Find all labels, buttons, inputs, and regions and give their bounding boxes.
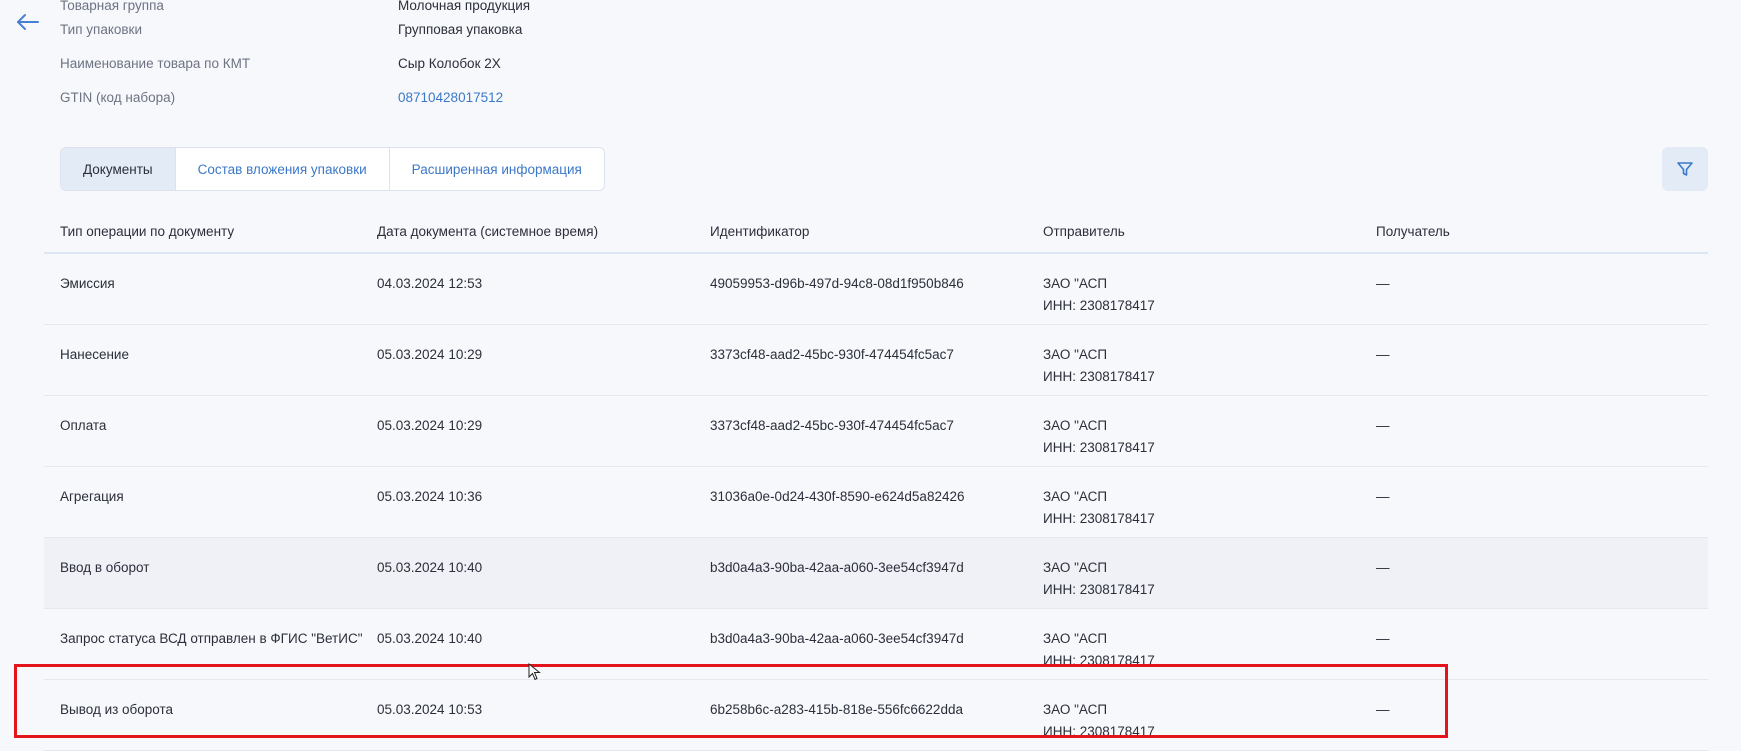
cell-sender: ЗАО "АСП ИНН: 2308178417: [1043, 254, 1376, 317]
sender-name: ЗАО "АСП: [1043, 560, 1108, 575]
table-row[interactable]: Эмиссия 04.03.2024 12:53 49059953-d96b-4…: [44, 254, 1708, 325]
info-label: Тип упаковки: [60, 21, 143, 37]
cell-sender: ЗАО "АСП ИНН: 2308178417: [1043, 609, 1376, 672]
sender-inn: ИНН: 2308178417: [1043, 582, 1155, 597]
sender-name: ЗАО "АСП: [1043, 631, 1108, 646]
tab-bar: Документы Состав вложения упаковки Расши…: [60, 147, 605, 191]
info-label: GTIN (код набора): [60, 89, 176, 105]
cell-doc-date: 04.03.2024 12:53: [377, 276, 483, 291]
info-label: Наименование товара по КМТ: [60, 55, 251, 71]
cell-identifier: b3d0a4a3-90ba-42aa-a060-3ee54cf3947d: [710, 560, 964, 575]
table-row[interactable]: Оплата 05.03.2024 10:29 3373cf48-aad2-45…: [44, 396, 1708, 467]
cell-sender: ЗАО "АСП ИНН: 2308178417: [1043, 538, 1376, 601]
cell-op-type: Ввод в оборот: [60, 560, 150, 575]
cell-doc-date: 05.03.2024 10:29: [377, 418, 483, 433]
cell-receiver: —: [1376, 347, 1390, 362]
cell-doc-date: 05.03.2024 10:36: [377, 489, 483, 504]
cell-identifier: 6b258b6c-a283-415b-818e-556fc6622dda: [710, 702, 963, 717]
table-row[interactable]: Ввод в оборот 05.03.2024 10:40 b3d0a4a3-…: [44, 538, 1708, 609]
info-row-package-type: Тип упаковки Групповая упаковка: [60, 12, 760, 46]
cell-op-type: Агрегация: [60, 489, 124, 504]
sender-inn: ИНН: 2308178417: [1043, 653, 1155, 668]
cell-sender: ЗАО "АСП ИНН: 2308178417: [1043, 680, 1376, 743]
info-row-product-group: Товарная группа Молочная продукция: [60, 0, 760, 13]
filter-button[interactable]: [1662, 147, 1708, 191]
cell-receiver: —: [1376, 489, 1390, 504]
header-doc-date: Дата документа (системное время): [377, 224, 599, 239]
sender-inn: ИНН: 2308178417: [1043, 440, 1155, 455]
cell-receiver: —: [1376, 702, 1390, 717]
cell-receiver: —: [1376, 631, 1390, 646]
tab-documents[interactable]: Документы: [61, 148, 176, 190]
cell-identifier: 31036a0e-0d24-430f-8590-e624d5a82426: [710, 489, 965, 504]
info-value: Групповая упаковка: [398, 21, 523, 37]
sender-name: ЗАО "АСП: [1043, 489, 1108, 504]
header-identifier: Идентификатор: [710, 224, 810, 239]
cell-doc-date: 05.03.2024 10:29: [377, 347, 483, 362]
documents-table: Тип операции по документу Дата документа…: [44, 212, 1708, 751]
sender-name: ЗАО "АСП: [1043, 702, 1108, 717]
table-header: Тип операции по документу Дата документа…: [44, 212, 1708, 254]
sender-inn: ИНН: 2308178417: [1043, 724, 1155, 739]
info-value: Сыр Колобок 2Х: [398, 55, 501, 71]
tab-extended-info[interactable]: Расширенная информация: [390, 148, 604, 190]
cell-doc-date: 05.03.2024 10:40: [377, 560, 483, 575]
gtin-link[interactable]: 08710428017512: [398, 90, 503, 105]
cell-op-type: Запрос статуса ВСД отправлен в ФГИС "Вет…: [60, 631, 363, 646]
header-sender: Отправитель: [1043, 224, 1125, 239]
cell-receiver: —: [1376, 560, 1390, 575]
cell-receiver: —: [1376, 276, 1390, 291]
cell-op-type: Нанесение: [60, 347, 129, 362]
table-row[interactable]: Вывод из оборота 05.03.2024 10:53 6b258b…: [44, 680, 1708, 751]
cell-sender: ЗАО "АСП ИНН: 2308178417: [1043, 467, 1376, 530]
cell-op-type: Эмиссия: [60, 276, 115, 291]
sender-inn: ИНН: 2308178417: [1043, 298, 1155, 313]
cell-op-type: Оплата: [60, 418, 107, 433]
sender-name: ЗАО "АСП: [1043, 418, 1108, 433]
table-row[interactable]: Агрегация 05.03.2024 10:36 31036a0e-0d24…: [44, 467, 1708, 538]
cell-sender: ЗАО "АСП ИНН: 2308178417: [1043, 396, 1376, 459]
cell-doc-date: 05.03.2024 10:40: [377, 631, 483, 646]
cell-identifier: b3d0a4a3-90ba-42aa-a060-3ee54cf3947d: [710, 631, 964, 646]
tab-package-contents[interactable]: Состав вложения упаковки: [176, 148, 390, 190]
cell-identifier: 49059953-d96b-497d-94c8-08d1f950b846: [710, 276, 964, 291]
cell-op-type: Вывод из оборота: [60, 702, 174, 717]
mouse-pointer-icon: [528, 663, 541, 681]
header-op-type: Тип операции по документу: [60, 224, 235, 239]
info-row-gtin: GTIN (код набора) 08710428017512: [60, 80, 760, 114]
cell-receiver: —: [1376, 418, 1390, 433]
header-receiver: Получатель: [1376, 224, 1450, 239]
cell-sender: ЗАО "АСП ИНН: 2308178417: [1043, 325, 1376, 388]
arrow-left-icon: [17, 14, 39, 30]
table-row[interactable]: Нанесение 05.03.2024 10:29 3373cf48-aad2…: [44, 325, 1708, 396]
sender-inn: ИНН: 2308178417: [1043, 369, 1155, 384]
cell-identifier: 3373cf48-aad2-45bc-930f-474454fc5ac7: [710, 418, 954, 433]
sender-name: ЗАО "АСП: [1043, 276, 1108, 291]
table-row[interactable]: Запрос статуса ВСД отправлен в ФГИС "Вет…: [44, 609, 1708, 680]
info-row-product-name: Наименование товара по КМТ Сыр Колобок 2…: [60, 46, 760, 80]
sender-inn: ИНН: 2308178417: [1043, 511, 1155, 526]
sender-name: ЗАО "АСП: [1043, 347, 1108, 362]
info-label: Товарная группа: [60, 0, 164, 13]
filter-icon: [1677, 162, 1693, 176]
info-value: Молочная продукция: [398, 0, 531, 13]
back-button[interactable]: [14, 8, 42, 36]
cell-identifier: 3373cf48-aad2-45bc-930f-474454fc5ac7: [710, 347, 954, 362]
product-info: Товарная группа Молочная продукция Тип у…: [60, 0, 760, 114]
cell-doc-date: 05.03.2024 10:53: [377, 702, 483, 717]
